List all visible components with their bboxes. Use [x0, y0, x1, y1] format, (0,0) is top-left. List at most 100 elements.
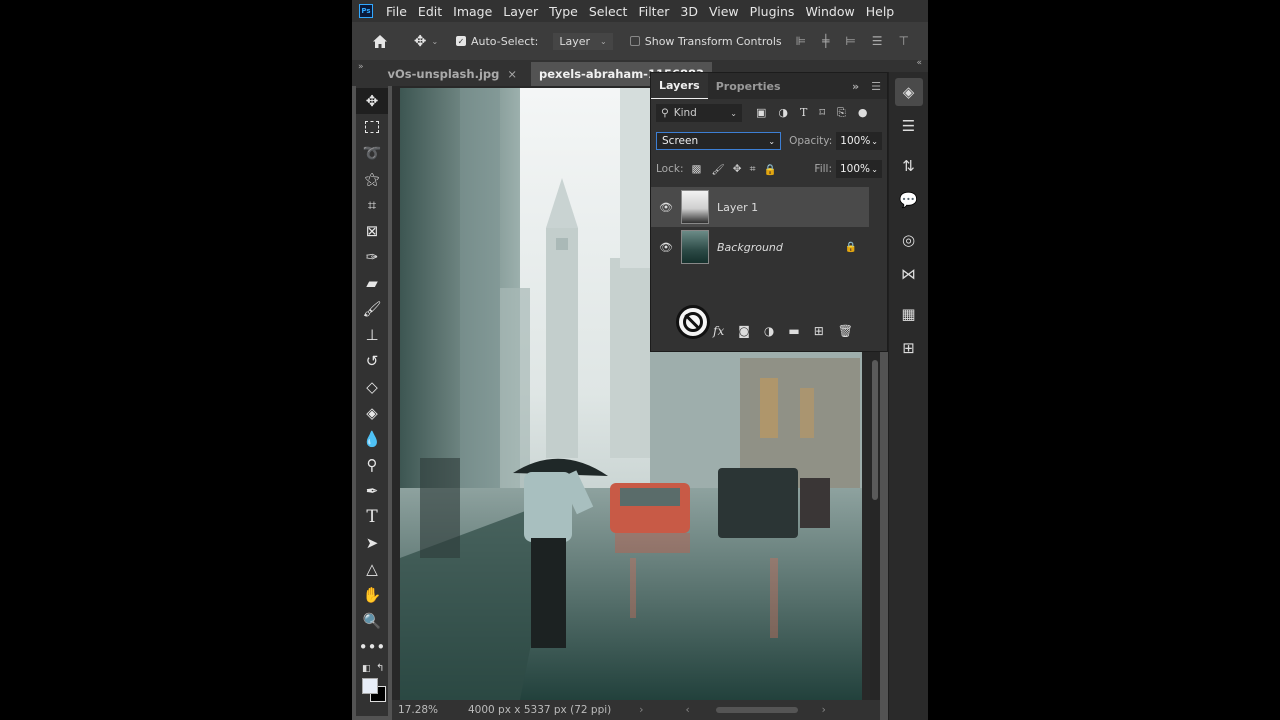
gradient-tool[interactable]: ◈	[356, 400, 388, 426]
auto-select-checkbox[interactable]: ✓	[456, 36, 466, 46]
tab-unsplash-doc[interactable]: vOs-unsplash.jpg ×	[380, 62, 526, 86]
align-right-icon[interactable]: ⊨	[845, 34, 855, 48]
collapse-dock-icon[interactable]: «	[889, 58, 928, 72]
magic-wand-icon: ⚝	[364, 170, 380, 188]
image-filter-icon[interactable]: ▣	[756, 106, 766, 120]
home-button[interactable]	[352, 34, 408, 49]
lock-all-icon[interactable]: 🔒	[763, 163, 776, 176]
fill-field[interactable]: 100% ⌄	[836, 160, 882, 178]
menu-select[interactable]: Select	[589, 4, 628, 19]
lasso-tool[interactable]: ➰	[356, 140, 388, 166]
type-tool[interactable]: T	[356, 504, 388, 530]
layers-panel-button[interactable]: ◈	[894, 78, 923, 106]
align-buttons: ⊫ ╪ ⊨ ☰ ⊤	[796, 34, 909, 48]
menu-3d[interactable]: 3D	[680, 4, 698, 19]
chevron-right-icon[interactable]: ›	[639, 704, 643, 716]
adjustments-panel-button[interactable]: ☰	[895, 112, 923, 140]
expand-toolbar-icon[interactable]: »	[358, 62, 364, 72]
menu-plugins[interactable]: Plugins	[750, 4, 795, 19]
comments-panel-button[interactable]: 💬	[895, 186, 923, 214]
swatches-panel-button[interactable]: ▦	[895, 300, 923, 328]
eraser-tool[interactable]: ◇	[356, 374, 388, 400]
menu-filter[interactable]: Filter	[638, 4, 669, 19]
menu-layer[interactable]: Layer	[503, 4, 538, 19]
tab-layers[interactable]: Layers	[651, 73, 708, 99]
align-center-icon[interactable]: ╪	[822, 34, 829, 48]
trash-icon[interactable]: 🗑	[838, 324, 853, 338]
filter-kind-dropdown[interactable]: ⚲ Kind ⌄	[656, 104, 742, 122]
menu-image[interactable]: Image	[453, 4, 492, 19]
channels-panel-button[interactable]: ◎	[895, 226, 923, 254]
magic-wand-tool[interactable]: ⚝	[356, 166, 388, 192]
pen-tool[interactable]: ✒	[356, 478, 388, 504]
layer-row-background[interactable]: 👁 Background 🔒	[651, 227, 869, 267]
crop-tool[interactable]: ⌗	[356, 192, 388, 218]
lock-transparency-icon[interactable]: ▩	[691, 163, 701, 175]
path-selection-tool[interactable]: ➤	[356, 530, 388, 556]
align-top-icon[interactable]: ⊤	[899, 34, 909, 48]
add-mask-icon[interactable]: ◙	[738, 324, 750, 338]
brush-tool[interactable]: 🖌	[356, 296, 388, 322]
hand-tool[interactable]: ✋	[356, 582, 388, 608]
vertical-scrollbar[interactable]	[870, 350, 880, 700]
foreground-color-swatch[interactable]	[362, 678, 378, 694]
blur-tool[interactable]: 💧	[356, 426, 388, 452]
layer-name[interactable]: Layer 1	[717, 201, 758, 214]
shape-filter-icon[interactable]: ⌑	[819, 106, 825, 120]
eyedropper-tool[interactable]: ✑	[356, 244, 388, 270]
horizontal-scrollbar[interactable]	[715, 707, 798, 713]
history-panel-button[interactable]: ⇅	[895, 152, 923, 180]
align-left-icon[interactable]: ⊫	[796, 34, 806, 48]
move-tool[interactable]: ✥	[356, 88, 388, 114]
menu-edit[interactable]: Edit	[418, 4, 442, 19]
history-brush-icon: ↺	[365, 352, 379, 370]
swap-colors-icon[interactable]: ↰	[376, 663, 384, 674]
scroll-right-icon[interactable]: ›	[822, 704, 826, 716]
default-colors-icon[interactable]: ◧	[362, 664, 371, 674]
show-transform-controls-checkbox[interactable]	[629, 36, 640, 46]
menu-type[interactable]: Type	[549, 4, 578, 19]
zoom-level[interactable]: 17.28%	[398, 704, 468, 716]
healing-brush-tool[interactable]: ▰	[356, 270, 388, 296]
tab-properties[interactable]: Properties	[708, 73, 789, 99]
more-tools-button[interactable]: •••	[356, 634, 388, 660]
filter-toggle-icon[interactable]: ●	[858, 106, 868, 120]
menu-help[interactable]: Help	[866, 4, 895, 19]
new-layer-icon[interactable]: ⊞	[814, 324, 824, 338]
opacity-field[interactable]: 100% ⌄	[836, 132, 882, 150]
history-brush-tool[interactable]: ↺	[356, 348, 388, 374]
menu-window[interactable]: Window	[805, 4, 854, 19]
close-icon[interactable]: ×	[507, 67, 517, 81]
smart-object-filter-icon[interactable]: ⎘	[837, 106, 846, 120]
fx-icon[interactable]: fx	[713, 324, 724, 338]
layer-row-layer-1[interactable]: 👁 Layer 1	[651, 187, 869, 227]
marquee-tool[interactable]	[356, 114, 388, 140]
move-tool-preset-button[interactable]: ✥ ⌄	[408, 32, 444, 50]
type-filter-icon[interactable]: T	[800, 106, 807, 120]
lock-position-icon[interactable]: ✥	[733, 163, 742, 175]
menu-file[interactable]: File	[386, 4, 407, 19]
lock-pixels-icon[interactable]: 🖌	[711, 163, 724, 176]
frame-tool[interactable]: ⊠	[356, 218, 388, 244]
scroll-left-icon[interactable]: ‹	[685, 704, 689, 716]
clone-stamp-tool[interactable]: ⊥	[356, 322, 388, 348]
folder-icon[interactable]: ▬	[788, 324, 799, 338]
adjustment-filter-icon[interactable]: ◑	[778, 106, 788, 120]
layer-name[interactable]: Background	[717, 241, 783, 254]
expand-panel-icon[interactable]: »	[852, 80, 859, 93]
dodge-tool[interactable]: ⚲	[356, 452, 388, 478]
eye-icon[interactable]: 👁	[651, 241, 681, 254]
zoom-tool[interactable]: 🔍	[356, 608, 388, 634]
auto-select-target-dropdown[interactable]: Layer ⌄	[552, 31, 614, 51]
distribute-icon[interactable]: ☰	[872, 34, 883, 48]
scrollbar-thumb[interactable]	[872, 360, 878, 500]
lock-artboard-icon[interactable]: ⌗	[750, 163, 756, 176]
eye-icon[interactable]: 👁	[651, 201, 681, 214]
menu-view[interactable]: View	[709, 4, 739, 19]
paths-panel-button[interactable]: ⋈	[895, 260, 923, 288]
adjustment-layer-icon[interactable]: ◑	[764, 324, 774, 338]
blend-mode-dropdown[interactable]: Screen ⌄	[656, 132, 782, 150]
panel-menu-icon[interactable]: ☰	[871, 80, 881, 93]
patterns-panel-button[interactable]: ⊞	[895, 334, 923, 362]
shape-tool[interactable]: △	[356, 556, 388, 582]
